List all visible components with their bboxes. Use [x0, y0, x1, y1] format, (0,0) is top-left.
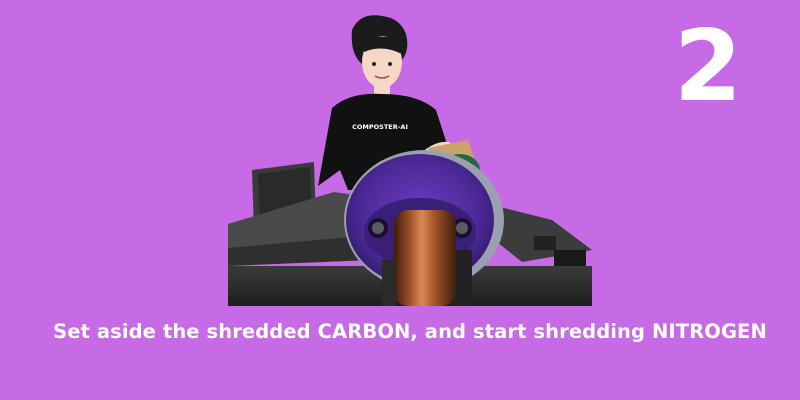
- step-caption: Set aside the shredded CARBON, and start…: [53, 320, 767, 343]
- shirt-logo-text: COMPOSTER-AI: [352, 123, 408, 131]
- instruction-slide: 2 COMPOSTER-AI Set aside the shredded CA…: [0, 0, 800, 400]
- step-number: 2: [673, 10, 743, 124]
- shredder-illustration: COMPOSTER-AI: [228, 15, 592, 306]
